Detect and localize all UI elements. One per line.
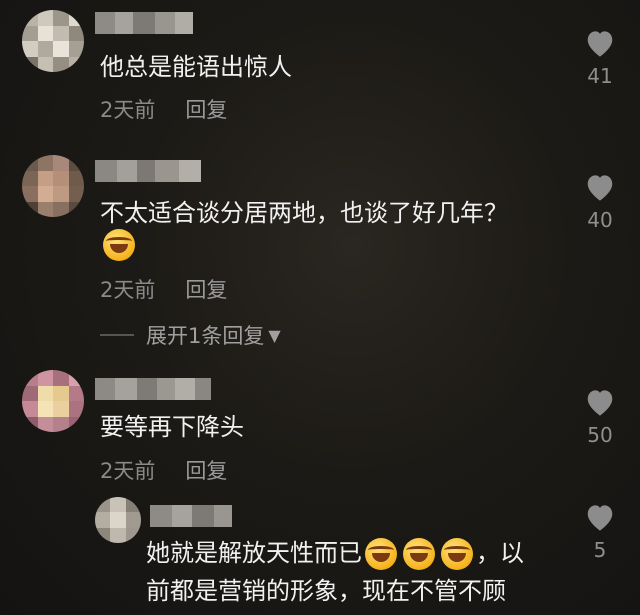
like-button[interactable]: 50 <box>578 387 622 447</box>
comment-time: 2天前 <box>100 278 156 302</box>
divider-line <box>100 334 134 336</box>
comment-text-line2: 前都是营销的形象，现在不管不顾 <box>146 577 506 605</box>
username-blurred[interactable] <box>150 505 232 527</box>
avatar[interactable] <box>22 155 84 217</box>
laughing-crying-emoji <box>100 229 138 261</box>
username-blurred[interactable] <box>95 378 211 400</box>
reply-button[interactable]: 回复 <box>185 459 227 483</box>
like-count: 41 <box>587 64 613 88</box>
comment-text-line1: 她就是解放天性而已 <box>146 539 362 567</box>
laughing-crying-emoji <box>365 538 397 570</box>
triangle-down-icon: ▼ <box>268 325 281 345</box>
avatar[interactable] <box>22 370 84 432</box>
username-blurred[interactable] <box>95 12 193 34</box>
comment-text: 不太适合谈分居两地，也谈了好几年？ <box>100 199 508 227</box>
avatar[interactable] <box>95 497 141 543</box>
username-blurred[interactable] <box>95 160 201 182</box>
like-button[interactable]: 40 <box>578 172 622 232</box>
comment-text-suffix: ，以 <box>476 539 524 567</box>
like-button[interactable]: 41 <box>578 28 622 88</box>
comment-meta: 2天前 回复 <box>100 94 227 124</box>
heart-icon <box>587 175 613 201</box>
comment-meta: 2天前 回复 <box>100 455 227 485</box>
reply-button[interactable]: 回复 <box>185 278 227 302</box>
laughing-crying-emoji <box>441 538 473 570</box>
comment-time: 2天前 <box>100 459 156 483</box>
expand-replies-label: 展开1条回复 <box>146 324 265 348</box>
heart-icon <box>587 390 613 416</box>
comment-text: 他总是能语出惊人 <box>100 53 292 81</box>
reply-button[interactable]: 回复 <box>185 98 227 122</box>
comment-text: 要等再下降头 <box>100 413 244 441</box>
comment-meta: 2天前 回复 <box>100 274 227 304</box>
like-button[interactable]: 5 <box>578 502 622 562</box>
avatar[interactable] <box>22 10 84 72</box>
comment-time: 2天前 <box>100 98 156 122</box>
heart-icon <box>587 31 613 57</box>
laughing-crying-emoji <box>403 538 435 570</box>
like-count: 5 <box>593 538 607 562</box>
like-count: 50 <box>587 423 613 447</box>
expand-replies-button[interactable]: 展开1条回复 ▼ <box>100 320 281 350</box>
like-count: 40 <box>587 208 613 232</box>
comment-text: 她就是解放天性而已 ，以 <box>146 536 524 570</box>
heart-icon <box>587 505 613 531</box>
